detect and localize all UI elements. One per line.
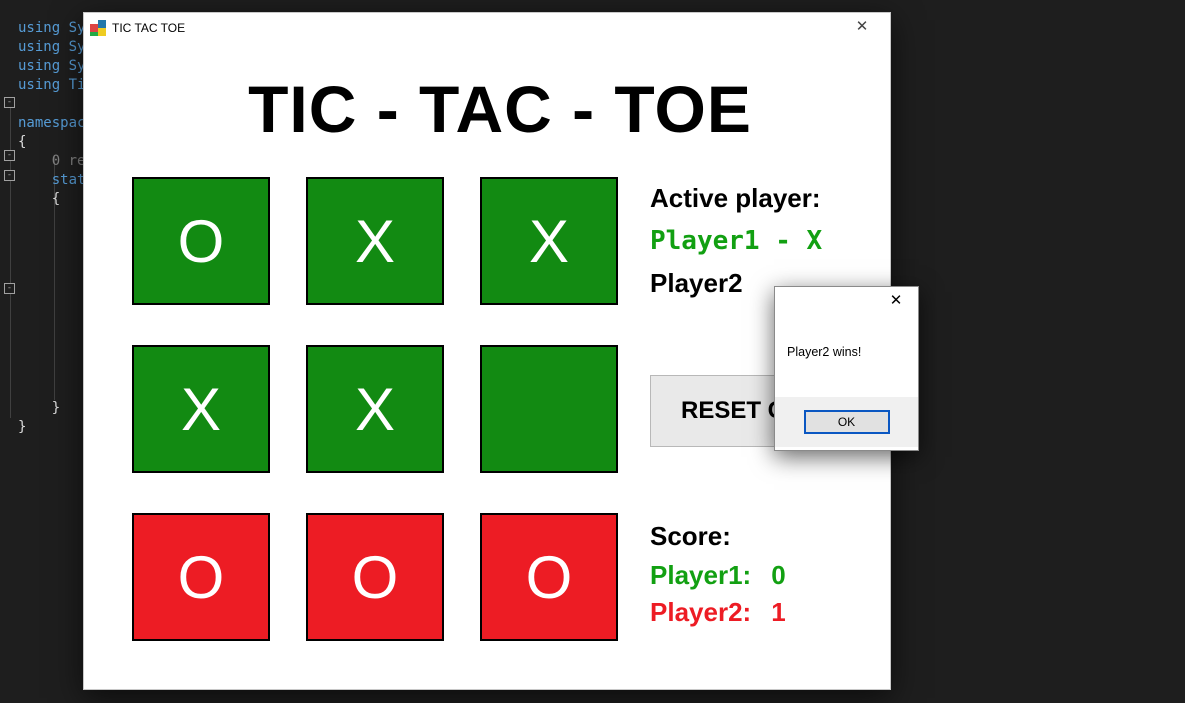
window-titlebar[interactable]: TIC TAC TOE ✕ (84, 13, 890, 43)
cell-0-2[interactable]: X (480, 177, 618, 305)
cell-2-2[interactable]: O (480, 513, 618, 641)
cell-1-2[interactable] (480, 345, 618, 473)
score-block: Score: Player1:0 Player2:1 (650, 521, 875, 628)
msgbox-text: Player2 wins! (775, 317, 918, 397)
game-title: TIC - TAC - TOE (175, 71, 825, 147)
active-player-1: Player1 - X (650, 226, 875, 256)
app-icon (90, 20, 106, 36)
ide-line: } (52, 400, 60, 416)
fold-icon: - (4, 97, 15, 108)
fold-icon: - (4, 283, 15, 294)
msgbox-footer: OK (775, 397, 918, 447)
message-box: ✕ Player2 wins! OK (774, 286, 919, 451)
game-board: O X X X X O O O (132, 177, 618, 641)
msgbox-titlebar[interactable]: ✕ (775, 287, 918, 317)
score-player2: Player2:1 (650, 597, 875, 628)
ok-button[interactable]: OK (804, 410, 890, 434)
score-player1: Player1:0 (650, 560, 875, 591)
ide-line: using Ti (18, 77, 85, 93)
ide-line: using Sy (18, 39, 85, 55)
fold-icon: - (4, 150, 15, 161)
close-icon[interactable]: ✕ (874, 288, 918, 316)
ide-line: namespac (18, 115, 85, 131)
window-client: TIC - TAC - TOE O X X X X O O O Active p… (84, 43, 890, 641)
cell-2-0[interactable]: O (132, 513, 270, 641)
cell-2-1[interactable]: O (306, 513, 444, 641)
window-title: TIC TAC TOE (112, 21, 842, 35)
ide-line: stat (52, 172, 86, 188)
cell-1-1[interactable]: X (306, 345, 444, 473)
cell-1-0[interactable]: X (132, 345, 270, 473)
cell-0-1[interactable]: X (306, 177, 444, 305)
ide-line: using Sy (18, 58, 85, 74)
ide-line: } (18, 419, 26, 435)
fold-icon: - (4, 170, 15, 181)
ide-line: { (52, 191, 60, 207)
ide-line: { (18, 134, 26, 150)
close-icon[interactable]: ✕ (842, 14, 882, 42)
active-player-label: Active player: (650, 183, 875, 214)
cell-0-0[interactable]: O (132, 177, 270, 305)
score-label: Score: (650, 521, 875, 552)
game-window: TIC TAC TOE ✕ TIC - TAC - TOE O X X X X … (83, 12, 891, 690)
